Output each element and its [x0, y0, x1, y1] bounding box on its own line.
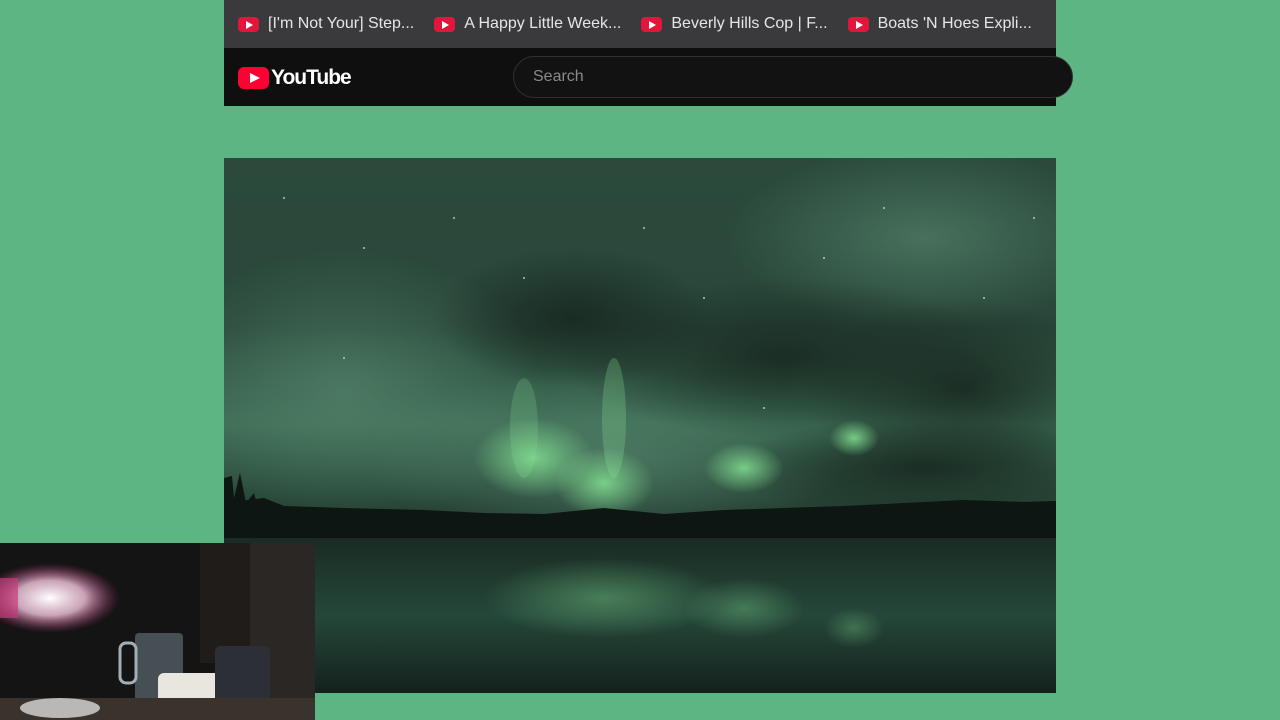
bookmark-item[interactable]: Beverly Hills Cop | F... [641, 8, 828, 40]
bookmark-item[interactable]: [I'm Not Your] Step... [238, 8, 414, 40]
bookmark-item[interactable]: Boats 'N Hoes Expli... [847, 8, 1032, 40]
bookmark-label: A Happy Little Week... [464, 15, 622, 32]
bookmark-item[interactable]: A Happy Little Week... [434, 8, 621, 40]
youtube-logo-text: YouTube [271, 66, 352, 89]
video-player[interactable] [224, 158, 1056, 693]
youtube-header: YouTube [224, 48, 1073, 106]
bookmark-label: Boats 'N Hoes Expli... [877, 15, 1032, 32]
webcam-overlay [0, 543, 315, 720]
webcam-frame [0, 543, 315, 720]
youtube-logo-icon [238, 67, 269, 89]
bookmark-label: Beverly Hills Cop | F... [671, 15, 828, 32]
youtube-logo[interactable]: YouTube [238, 66, 352, 90]
youtube-favicon-icon [434, 16, 456, 32]
search-input[interactable] [531, 67, 1072, 87]
youtube-favicon-icon [238, 16, 259, 32]
search-box[interactable] [513, 56, 1073, 98]
youtube-favicon-icon [847, 16, 869, 32]
youtube-favicon-icon [641, 16, 663, 32]
screen: [I'm Not Your] Step... A Happy Little We… [0, 0, 1280, 720]
bookmark-label: [I'm Not Your] Step... [268, 15, 415, 32]
aurora-video-frame [224, 158, 1056, 693]
bookmarks-bar: [I'm Not Your] Step... A Happy Little We… [224, 0, 1056, 48]
